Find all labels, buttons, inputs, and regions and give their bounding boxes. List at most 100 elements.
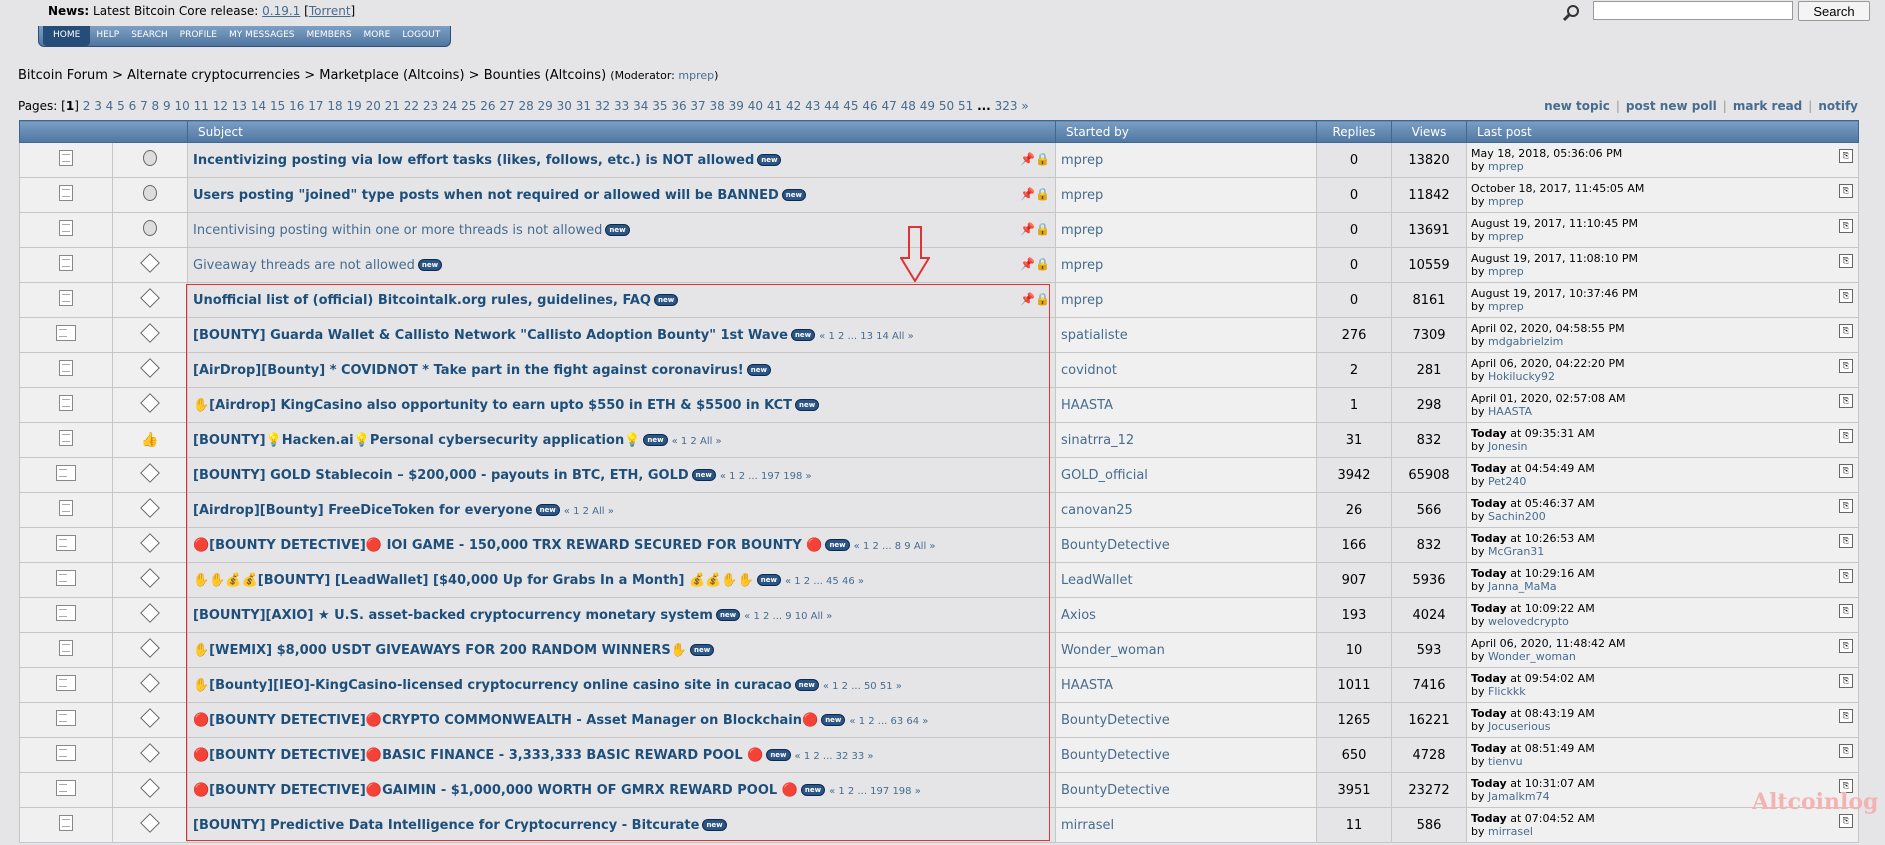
last-poster-link[interactable]: mprep <box>1488 195 1524 208</box>
page-link[interactable]: 4 <box>106 99 114 113</box>
page-link[interactable]: 27 <box>499 99 514 113</box>
page-link[interactable]: 43 <box>805 99 820 113</box>
last-poster-link[interactable]: mdgabrielzim <box>1488 335 1563 348</box>
page-link[interactable]: 26 <box>480 99 495 113</box>
topic-pages[interactable]: « 1 2 ... 63 64 » <box>849 716 928 727</box>
new-badge[interactable]: new <box>800 784 826 796</box>
starter-link[interactable]: mprep <box>1061 153 1103 168</box>
topic-title-link[interactable]: Giveaway threads are not allowed <box>193 258 415 273</box>
starter-link[interactable]: canovan25 <box>1061 503 1133 518</box>
last-post-icon[interactable]: ⎘ <box>1839 289 1853 303</box>
topic-pages[interactable]: « 1 2 ... 50 51 » <box>823 681 902 692</box>
topic-title-link[interactable]: 🔴[BOUNTY DETECTIVE]🔴 IOI GAME - 150,000 … <box>193 538 822 553</box>
last-poster-link[interactable]: mprep <box>1488 300 1524 313</box>
breadcrumb-bounties[interactable]: Bounties (Altcoins) <box>484 68 606 83</box>
last-post-icon[interactable]: ⎘ <box>1839 674 1853 688</box>
moderator-link[interactable]: mprep <box>678 69 714 82</box>
nav-logout[interactable]: LOGOUT <box>396 26 446 46</box>
new-badge[interactable]: new <box>795 399 820 411</box>
page-link[interactable]: 50 <box>939 99 954 113</box>
new-badge[interactable]: new <box>715 609 741 621</box>
starter-link[interactable]: mprep <box>1061 258 1103 273</box>
page-link[interactable]: 48 <box>901 99 916 113</box>
page-link[interactable]: 35 <box>652 99 667 113</box>
last-poster-link[interactable]: mprep <box>1488 160 1524 173</box>
topic-title-link[interactable]: [BOUNTY] Guarda Wallet & Callisto Networ… <box>193 328 788 343</box>
topic-title-link[interactable]: [BOUNTY] Predictive Data Intelligence fo… <box>193 818 699 833</box>
col-views[interactable]: Views <box>1391 120 1467 143</box>
new-badge[interactable]: new <box>417 259 443 271</box>
starter-link[interactable]: covidnot <box>1061 363 1117 378</box>
last-poster-link[interactable]: mprep <box>1488 265 1524 278</box>
new-badge[interactable]: new <box>825 539 850 551</box>
page-link[interactable]: 9 <box>163 99 171 113</box>
search-input[interactable] <box>1593 1 1793 20</box>
last-page-link[interactable]: 323 <box>995 99 1018 113</box>
starter-link[interactable]: BountyDetective <box>1061 713 1170 728</box>
topic-pages[interactable]: « 1 2 ... 8 9 All » <box>854 541 936 552</box>
page-link[interactable]: 24 <box>442 99 457 113</box>
last-post-icon[interactable]: ⎘ <box>1839 534 1853 548</box>
starter-link[interactable]: sinatrra_12 <box>1061 433 1134 448</box>
topic-title-link[interactable]: [Airdrop][Bounty] FreeDiceToken for ever… <box>193 503 533 518</box>
new-badge[interactable]: new <box>794 679 819 691</box>
new-badge[interactable]: new <box>643 434 668 446</box>
last-poster-link[interactable]: Wonder_woman <box>1488 650 1576 663</box>
page-link[interactable]: 49 <box>920 99 935 113</box>
last-post-icon[interactable]: ⎘ <box>1839 814 1853 828</box>
new-badge[interactable]: new <box>702 819 727 831</box>
new-badge[interactable]: new <box>757 154 782 166</box>
page-link[interactable]: 36 <box>671 99 686 113</box>
last-post-icon[interactable]: ⎘ <box>1839 464 1853 478</box>
starter-link[interactable]: LeadWallet <box>1061 573 1133 588</box>
col-replies[interactable]: Replies <box>1316 120 1392 143</box>
page-link[interactable]: 19 <box>346 99 361 113</box>
last-post-icon[interactable]: ⎘ <box>1839 359 1853 373</box>
topic-title-link[interactable]: [BOUNTY] GOLD Stablecoin – $200,000 - pa… <box>193 468 689 483</box>
new-badge[interactable]: new <box>766 749 791 761</box>
page-link[interactable]: 18 <box>327 99 342 113</box>
page-link[interactable]: 46 <box>862 99 877 113</box>
new-badge[interactable]: new <box>653 294 679 306</box>
page-link[interactable]: 28 <box>518 99 533 113</box>
last-poster-link[interactable]: Flickkk <box>1488 685 1526 698</box>
page-link[interactable]: 23 <box>423 99 438 113</box>
last-post-icon[interactable]: ⎘ <box>1839 604 1853 618</box>
page-link[interactable]: 47 <box>882 99 897 113</box>
last-poster-link[interactable]: Hokilucky92 <box>1488 370 1555 383</box>
last-poster-link[interactable]: Jamalkm74 <box>1488 790 1550 803</box>
last-post-icon[interactable]: ⎘ <box>1839 499 1853 513</box>
page-link[interactable]: 41 <box>767 99 782 113</box>
page-link[interactable]: 45 <box>843 99 858 113</box>
last-poster-link[interactable]: Sachin200 <box>1488 510 1546 523</box>
torrent-link[interactable]: Torrent <box>309 4 351 18</box>
page-link[interactable]: 29 <box>538 99 553 113</box>
last-post-icon[interactable]: ⎘ <box>1839 184 1853 198</box>
last-poster-link[interactable]: mirrasel <box>1488 825 1533 838</box>
page-link[interactable]: 20 <box>366 99 381 113</box>
last-poster-link[interactable]: tienvu <box>1488 755 1523 768</box>
page-link[interactable]: 38 <box>710 99 725 113</box>
breadcrumb-forum[interactable]: Bitcoin Forum <box>18 68 108 83</box>
last-poster-link[interactable]: Jocuserious <box>1488 720 1551 733</box>
topic-title-link[interactable]: [AirDrop][Bounty] * COVIDNOT * Take part… <box>193 363 744 378</box>
starter-link[interactable]: mprep <box>1061 188 1103 203</box>
topic-pages[interactable]: « 1 2 ... 9 10 All » <box>744 611 832 622</box>
topic-title-link[interactable]: Unofficial list of (official) Bitcointal… <box>193 293 651 308</box>
starter-link[interactable]: GOLD_official <box>1061 468 1148 483</box>
page-link[interactable]: 32 <box>595 99 610 113</box>
col-last-post[interactable]: Last post <box>1466 120 1859 143</box>
starter-link[interactable]: HAASTA <box>1061 678 1113 693</box>
page-link[interactable]: 21 <box>385 99 400 113</box>
topic-title-link[interactable]: [BOUNTY]💡Hacken.ai💡Personal cybersecurit… <box>193 433 640 448</box>
page-link[interactable]: 22 <box>404 99 419 113</box>
topic-pages[interactable]: « 1 2 ... 197 198 » <box>720 471 812 482</box>
starter-link[interactable]: mprep <box>1061 293 1103 308</box>
last-poster-link[interactable]: McGran31 <box>1488 545 1544 558</box>
breadcrumb-alt[interactable]: Alternate cryptocurrencies <box>127 68 300 83</box>
topic-pages[interactable]: « 1 2 ... 32 33 » <box>795 751 874 762</box>
topic-pages[interactable]: « 1 2 All » <box>672 436 722 447</box>
starter-link[interactable]: BountyDetective <box>1061 783 1170 798</box>
last-post-icon[interactable]: ⎘ <box>1839 569 1853 583</box>
breadcrumb-marketplace[interactable]: Marketplace (Altcoins) <box>319 68 464 83</box>
